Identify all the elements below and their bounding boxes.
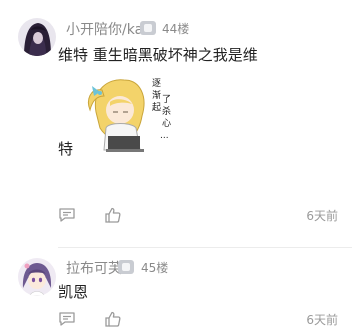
avatar[interactable] (18, 18, 56, 56)
comment-text: 凯恩 (58, 283, 89, 301)
floor-number: 45楼 (141, 261, 169, 275)
comment-actions: 6天前 (0, 308, 352, 330)
comment-text: 维特 重生暗黑破坏神之我是维 (58, 46, 258, 64)
svg-text:起: 起 (152, 102, 161, 113)
comment-actions: 6天前 (0, 204, 352, 226)
avatar[interactable] (18, 258, 56, 296)
sticker-caption: 逐 (152, 78, 161, 89)
avatar-image (18, 18, 56, 56)
reply-icon[interactable] (58, 206, 76, 224)
comment-item: 拉布可芙 45楼 凯恩 6天前 (0, 248, 352, 336)
thumbs-up-icon[interactable] (104, 310, 122, 328)
username[interactable]: 小开陪你/ka (66, 19, 143, 39)
svg-text:杀: 杀 (162, 105, 171, 117)
comment-text: 特 (58, 140, 74, 158)
svg-text:渐: 渐 (152, 89, 161, 101)
floor-number: 44楼 (162, 22, 190, 36)
level-badge-icon (140, 21, 156, 35)
avatar-image (18, 258, 56, 296)
svg-text:...: ... (160, 131, 169, 141)
comment-item: 小开陪你/ka 44楼 维特 重生暗黑破坏神之我是维 逐 渐 起 了 杀 心 .… (0, 0, 352, 248)
reply-icon[interactable] (58, 310, 76, 328)
level-badge-icon (118, 260, 134, 274)
sticker-image[interactable]: 逐 渐 起 了 杀 心 ... (82, 72, 178, 164)
username[interactable]: 拉布可芙 (66, 258, 122, 278)
svg-text:了: 了 (162, 94, 171, 105)
comment-time: 6天前 (306, 313, 338, 327)
thumbs-up-icon[interactable] (104, 206, 122, 224)
comment-time: 6天前 (306, 209, 338, 223)
svg-text:心: 心 (162, 118, 171, 129)
